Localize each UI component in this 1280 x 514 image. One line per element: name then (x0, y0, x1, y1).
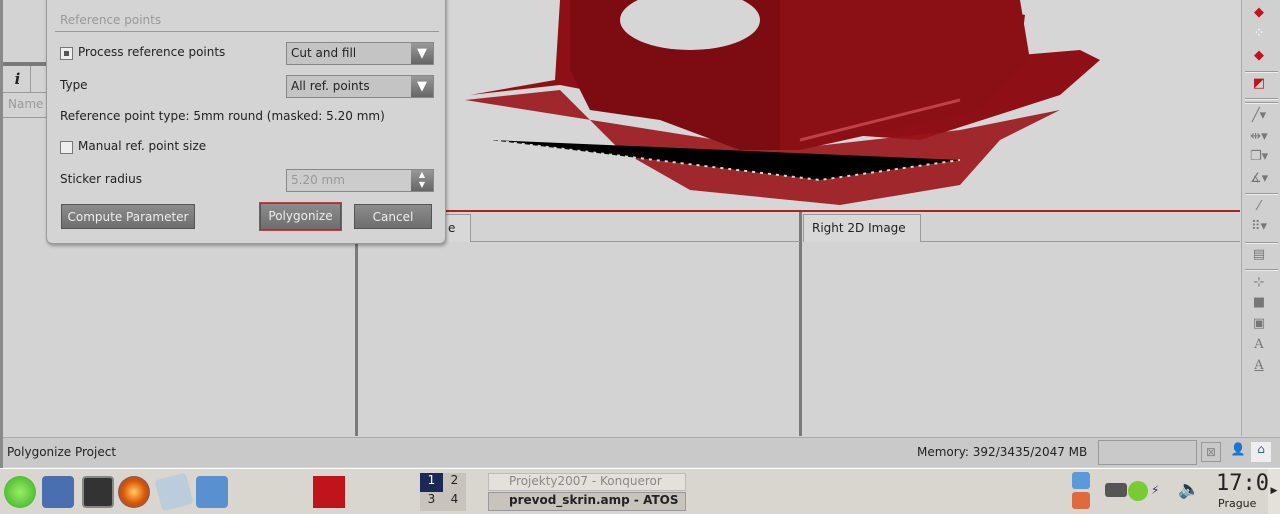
process-ref-points-label: Process reference points (78, 45, 226, 59)
mesh-icon[interactable]: ◆ (1250, 6, 1268, 20)
memory-readout: Memory: 392/3435/2047 MB (917, 445, 1088, 459)
screenshot-icon[interactable] (196, 476, 228, 508)
start-menu-icon[interactable] (4, 476, 36, 508)
deviation-icon[interactable]: ◩ (1250, 77, 1268, 91)
ref-point-info: Reference point type: 5mm round (masked:… (60, 109, 385, 123)
desktop-2[interactable]: 2 (443, 473, 466, 492)
sticker-radius-value: 5.20 mm (291, 173, 345, 187)
clock-zone: Prague (1218, 497, 1257, 510)
volume-icon[interactable]: 🔈 (1178, 479, 1200, 500)
manual-size-label: Manual ref. point size (78, 139, 207, 153)
desktop-pager[interactable]: 1 2 3 4 (420, 473, 466, 511)
scanned-mesh (465, 0, 1100, 205)
mesh-select-icon[interactable]: ◆ (1250, 49, 1268, 63)
taskbar-window-atos[interactable]: prevod_skrin.amp - ATOS (488, 492, 686, 511)
logout-icon[interactable] (1072, 492, 1090, 509)
angle-tool-icon[interactable]: ∡▾ (1250, 172, 1268, 186)
chevron-down-icon: ▼ (411, 76, 433, 97)
abort-icon[interactable]: ⊠ (1201, 442, 1221, 462)
polygonize-dialog: Reference points Process reference point… (46, 0, 446, 244)
frame-rect-icon[interactable]: ▣ (1250, 317, 1268, 331)
status-message: Polygonize Project (7, 445, 117, 459)
user-icon[interactable]: 👤 (1228, 442, 1248, 462)
calculator-icon[interactable] (154, 472, 194, 512)
save-icon[interactable] (42, 476, 74, 508)
distance-tool-icon[interactable]: ⇹▾ (1250, 130, 1268, 144)
layers-icon[interactable]: ❐▾ (1250, 150, 1268, 164)
info-tab[interactable]: i (5, 66, 31, 92)
points-icon[interactable]: ⁘ (1250, 27, 1268, 41)
name-column-header[interactable]: Name (8, 97, 43, 111)
power-icon: ⚡ (1151, 483, 1160, 497)
desktop-1[interactable]: 1 (420, 473, 443, 492)
chevron-down-icon: ▼ (411, 43, 433, 64)
manual-size-checkbox[interactable] (60, 141, 73, 154)
desktop-3[interactable]: 3 (420, 492, 443, 511)
fit-view-icon[interactable]: ⊹ (1250, 276, 1268, 290)
process-mode-value: Cut and fill (291, 46, 357, 60)
type-select[interactable]: All ref. points ▼ (286, 75, 434, 98)
splitter[interactable] (355, 212, 358, 436)
tab-right-2d-image[interactable]: Right 2D Image (803, 214, 921, 242)
cancel-button[interactable]: Cancel (354, 204, 432, 229)
atos-launcher-icon[interactable] (313, 476, 345, 508)
pick-icon[interactable]: ⁄ (1250, 200, 1268, 214)
3d-view[interactable] (360, 0, 1240, 212)
progress-bar (1098, 440, 1197, 465)
type-value: All ref. points (291, 79, 370, 93)
firefox-icon[interactable] (118, 476, 150, 508)
network-icon (1105, 483, 1127, 497)
desktop-4[interactable]: 4 (443, 492, 466, 511)
sticker-radius-spinbox[interactable]: 5.20 mm ▲ ▼ (286, 169, 434, 192)
report-icon[interactable]: ▤ (1250, 248, 1268, 262)
process-mode-select[interactable]: Cut and fill ▼ (286, 42, 434, 65)
home-icon[interactable]: ⌂ (1251, 442, 1271, 462)
spin-arrows-icon[interactable]: ▲ ▼ (411, 170, 433, 191)
process-ref-points-checkbox[interactable] (60, 47, 73, 60)
splitter[interactable] (799, 212, 802, 436)
taskbar-window-konqueror[interactable]: Projekty2007 - Konqueror (488, 473, 686, 491)
solid-rect-icon[interactable]: ■ (1250, 296, 1268, 310)
status-bar: Polygonize Project Memory: 392/3435/2047… (3, 437, 1280, 467)
grid-icon[interactable]: ⠿▾ (1250, 220, 1268, 234)
polygonize-button[interactable]: Polygonize (259, 202, 342, 231)
line-tool-icon[interactable]: ╱▾ (1250, 109, 1268, 123)
type-label: Type (60, 78, 88, 92)
update-icon[interactable] (1128, 481, 1148, 501)
compute-parameter-button[interactable]: Compute Parameter (61, 204, 195, 229)
sticker-radius-label: Sticker radius (60, 172, 143, 186)
lock-icon[interactable] (1072, 472, 1090, 489)
text-underline-icon[interactable]: A (1250, 359, 1268, 373)
taskbar-scroll-arrow[interactable]: ▶ (1268, 469, 1280, 514)
terminal-icon[interactable] (82, 476, 114, 508)
right-toolbar: ◆ ⁘ ◆ ◩ ╱▾ ⇹▾ ❐▾ ∡▾ ⁄ ⠿▾ ▤ ⊹ ■ ▣ A A (1241, 0, 1280, 436)
text-icon[interactable]: A (1250, 338, 1268, 352)
taskbar: 1 2 3 4 Projekty2007 - Konqueror prevod_… (0, 468, 1280, 514)
section-title: Reference points (60, 13, 162, 27)
